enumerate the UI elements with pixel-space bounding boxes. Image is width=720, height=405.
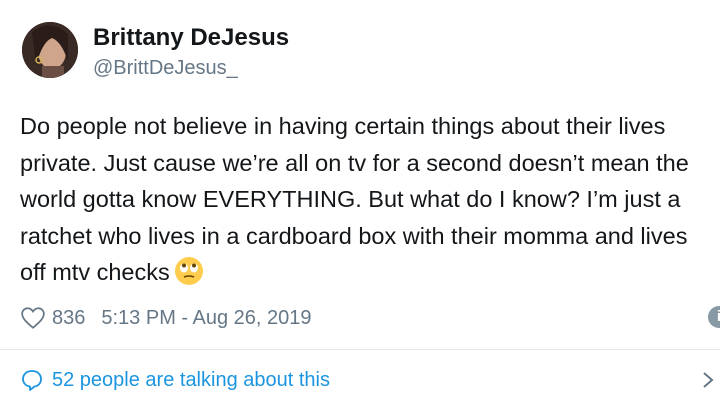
tweet-text: Do people not believe in having certain … [20,113,689,285]
heart-icon[interactable] [20,305,46,331]
author-name[interactable]: Brittany DeJesus [93,24,289,52]
divider [0,349,720,350]
author-handle[interactable]: @BrittDeJesus_ [93,57,238,80]
talking-link[interactable]: 52 people are talking about this [20,368,330,392]
comment-bubble-icon [22,370,42,391]
talking-label[interactable]: 52 people are talking about this [52,369,330,392]
tweet-body: Do people not believe in having certain … [20,108,700,291]
avatar[interactable] [22,22,78,78]
chevron-right-icon[interactable] [700,368,716,392]
info-icon[interactable]: i [708,306,720,328]
like-count[interactable]: 836 [52,307,85,330]
rolling-eyes-emoji-icon [174,257,203,285]
tweet-meta: 836 5:13 PM - Aug 26, 2019 [20,305,312,331]
avatar-photo [22,22,78,78]
tweet-timestamp[interactable]: 5:13 PM - Aug 26, 2019 [101,307,311,330]
